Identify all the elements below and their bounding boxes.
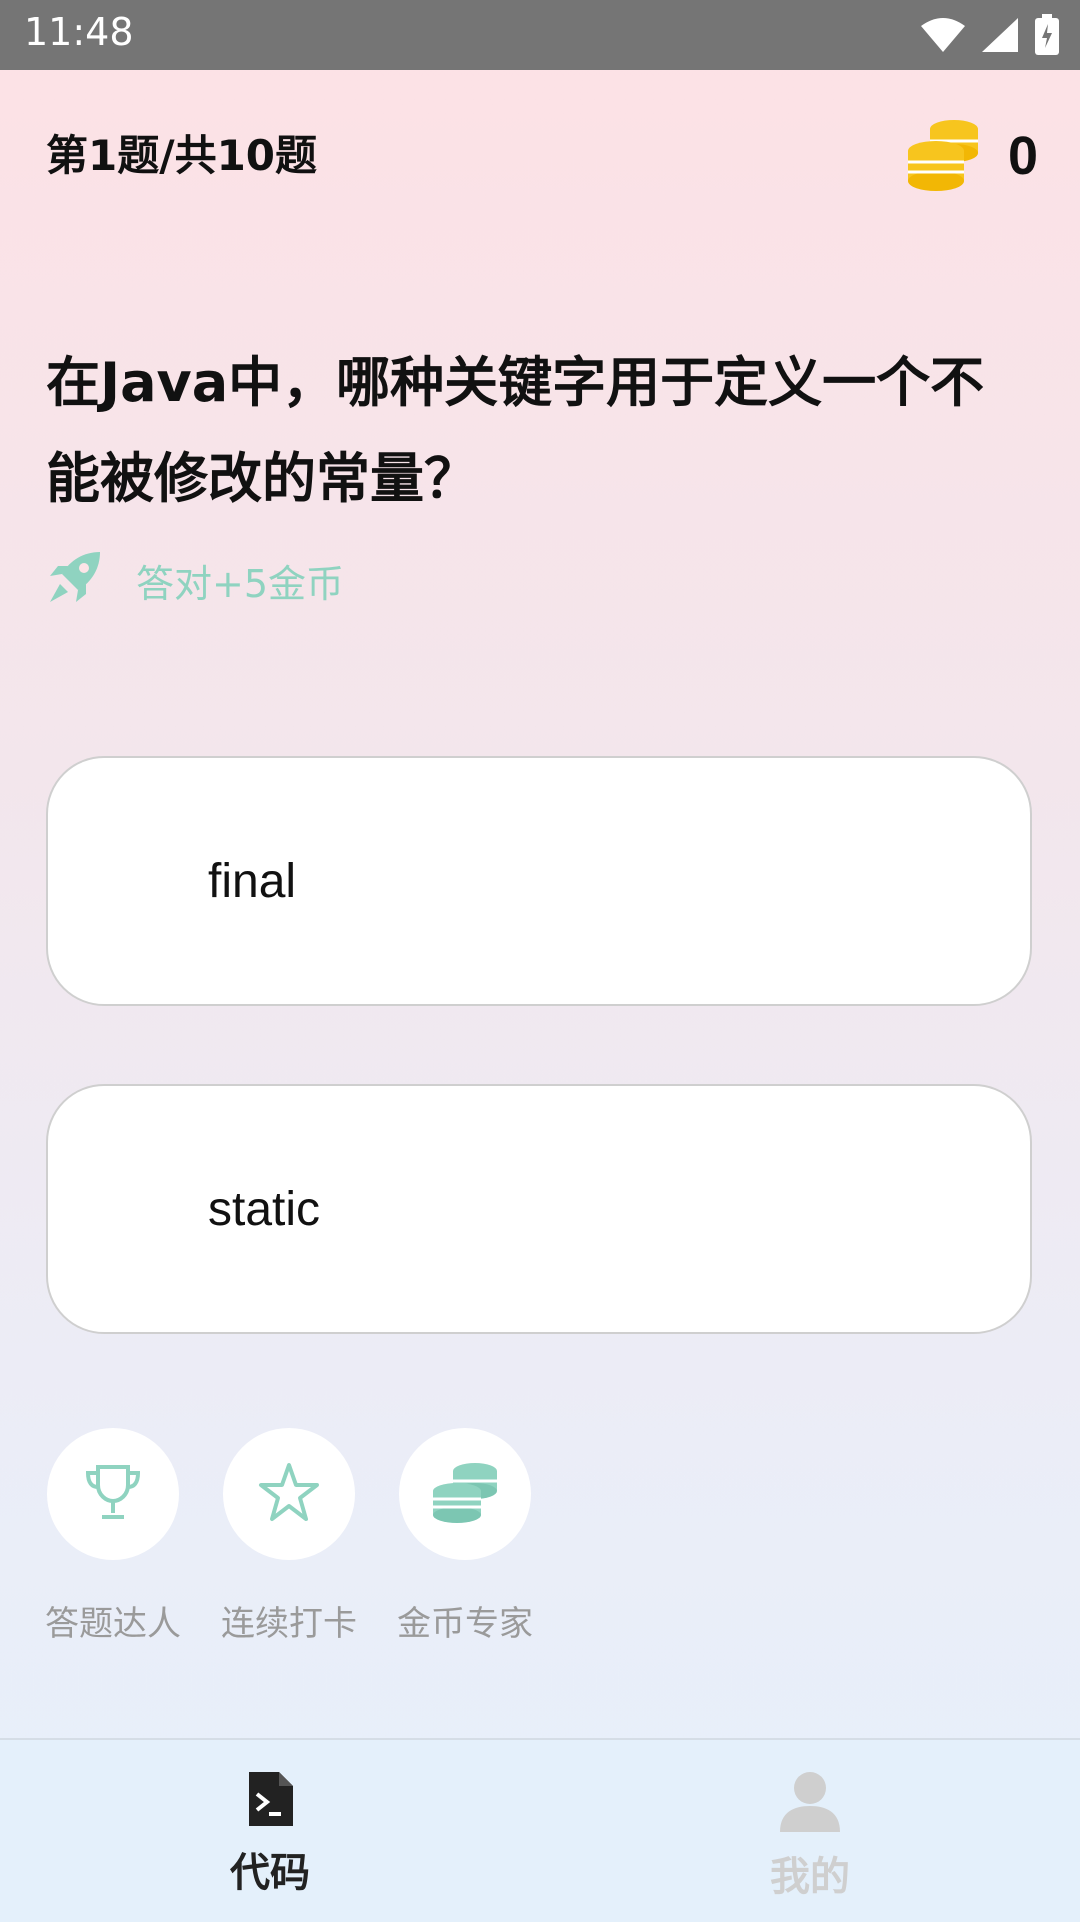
rocket-icon [46, 550, 102, 610]
question-progress: 第1题/共10题 [46, 131, 318, 180]
nav-item-profile[interactable]: 我的 [710, 1770, 910, 1902]
status-icons [920, 14, 1060, 60]
option-label: final [208, 854, 297, 908]
battery-icon [1034, 14, 1060, 60]
status-bar: 11:48 [0, 0, 1080, 70]
reward-hint: 答对+5金币 [46, 550, 344, 610]
coins-icon [429, 1459, 501, 1529]
coin-count: 0 [1007, 126, 1038, 186]
coins-icon [904, 115, 984, 197]
badge-daily-checkin[interactable]: 连续打卡 [221, 1428, 357, 1645]
badge-icon-circle [399, 1428, 531, 1560]
question-text: 在Java中，哪种关键字用于定义一个不能被修改的常量？ [46, 351, 985, 510]
option-a[interactable]: final [46, 756, 1032, 1006]
option-label: static [208, 1182, 321, 1236]
badge-icon-circle [223, 1428, 355, 1560]
badge-coin-expert[interactable]: 金币专家 [397, 1428, 533, 1645]
badge-label: 金币专家 [397, 1604, 533, 1644]
nav-label: 我的 [770, 1854, 850, 1900]
coin-balance: 0 [904, 115, 1038, 197]
option-b[interactable]: static [46, 1084, 1032, 1334]
nav-item-code[interactable]: 代码 [170, 1770, 370, 1898]
achievement-badges: 答题达人 连续打卡 金币专家 [45, 1428, 533, 1645]
badge-quiz-master[interactable]: 答题达人 [45, 1428, 181, 1645]
reward-text: 答对+5金币 [136, 561, 345, 606]
star-icon [257, 1461, 321, 1527]
wifi-icon [920, 16, 966, 58]
badge-label: 答题达人 [45, 1604, 181, 1644]
bottom-nav: 代码 我的 [0, 1738, 1080, 1922]
trophy-icon [82, 1461, 144, 1527]
status-time: 11:48 [24, 10, 134, 54]
badge-icon-circle [47, 1428, 179, 1560]
user-icon [777, 1770, 843, 1836]
nav-label: 代码 [230, 1850, 310, 1896]
signal-icon [980, 16, 1020, 58]
code-file-icon [245, 1770, 295, 1832]
badge-label: 连续打卡 [221, 1604, 357, 1644]
